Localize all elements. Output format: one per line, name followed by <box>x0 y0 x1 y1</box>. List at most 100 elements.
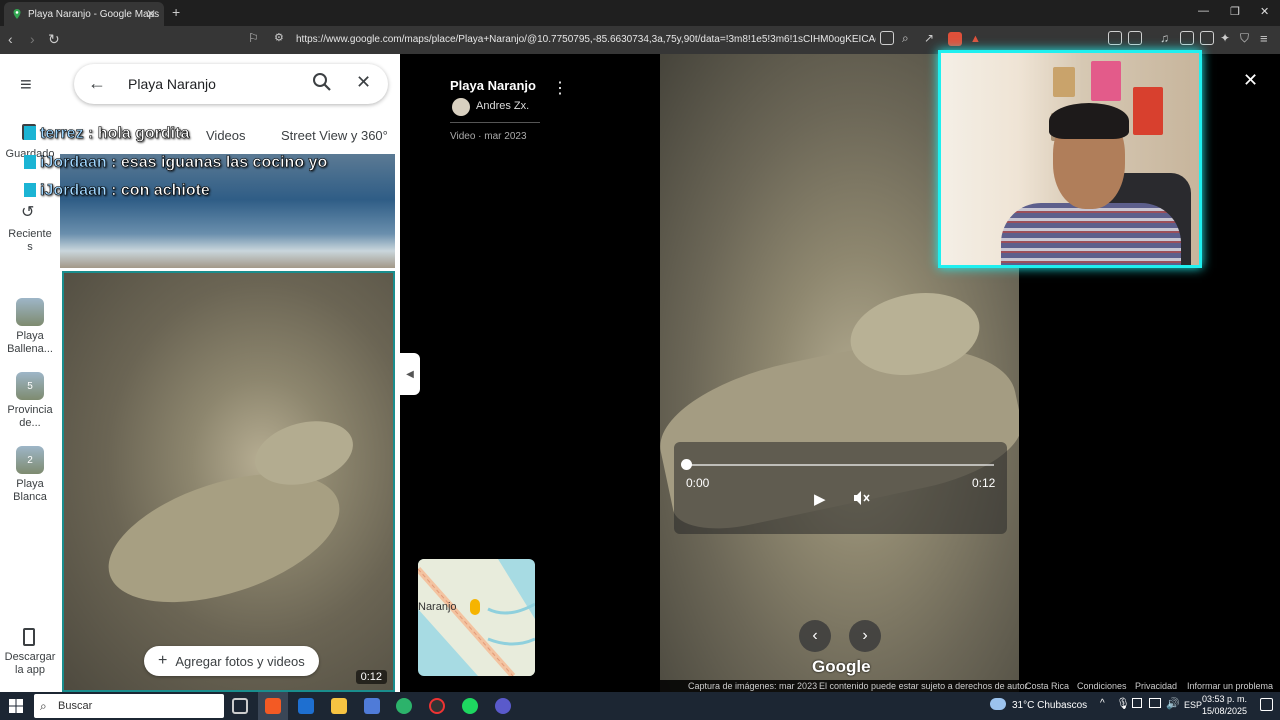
back-icon[interactable]: ‹ <box>8 31 13 47</box>
back-arrow-icon[interactable]: ← <box>88 73 106 94</box>
new-tab-button[interactable]: + <box>172 4 180 20</box>
divider <box>450 122 540 123</box>
play-icon[interactable]: ▶ <box>814 490 826 508</box>
rewards-icon[interactable]: ▲ <box>970 33 981 45</box>
search-input[interactable]: Playa Naranjo <box>128 76 216 92</box>
reload-icon[interactable]: ↻ <box>48 31 60 48</box>
previous-icon[interactable]: ‹ <box>799 620 831 652</box>
url-field[interactable]: https://www.google.com/maps/place/Playa+… <box>296 34 876 45</box>
outlook-app-icon[interactable] <box>298 698 314 714</box>
taskbar-search-placeholder: Buscar <box>58 700 93 712</box>
brave-shield-icon[interactable] <box>948 32 962 46</box>
tab-title: Playa Naranjo - Google Maps <box>28 8 160 20</box>
video-controls <box>674 442 1007 534</box>
phone-icon[interactable] <box>23 628 35 646</box>
rail-thumb-provincia[interactable]: 5 <box>16 372 44 400</box>
rail-item-label[interactable]: Provincia de... <box>0 404 60 430</box>
site-settings-icon[interactable]: ⚙ <box>274 31 284 44</box>
author-name[interactable]: Andres Zx. <box>476 100 529 112</box>
chat-message: terrez : hola gordita <box>24 125 190 143</box>
pegman-icon[interactable] <box>470 599 480 615</box>
rail-thumb-playa-blanca[interactable]: 2 <box>16 446 44 474</box>
maps-rail: ≡ Guardado ↺ Recientes Playa Ballena... … <box>0 54 60 692</box>
person-shirt-shape <box>1001 203 1181 265</box>
share-icon[interactable]: ↗ <box>924 31 934 45</box>
search-icon[interactable] <box>312 72 332 97</box>
wallet-icon[interactable] <box>1200 31 1214 45</box>
person-hair-shape <box>1049 103 1129 139</box>
reader-icon[interactable] <box>880 31 894 45</box>
add-photos-button[interactable]: + Agregar fotos y videos <box>144 646 319 676</box>
store-app-icon[interactable] <box>364 698 380 714</box>
footer-terms[interactable]: Condiciones <box>1077 681 1127 691</box>
clock-date[interactable]: 15/08/2025 <box>1202 706 1247 716</box>
mini-map-label: Naranjo <box>418 601 457 613</box>
mute-icon[interactable] <box>852 489 870 512</box>
weather-text[interactable]: 31°C Chubascos <box>1012 700 1087 711</box>
bookmark-icon[interactable]: ⚐ <box>248 31 259 45</box>
total-time: 0:12 <box>972 476 996 490</box>
network-icon[interactable] <box>1149 698 1161 708</box>
close-viewer-icon[interactable]: ✕ <box>1243 70 1258 91</box>
brave-app-icon[interactable] <box>265 698 281 714</box>
seek-bar[interactable] <box>686 464 994 466</box>
mini-map[interactable]: Naranjo <box>418 559 535 676</box>
rail-item-label[interactable]: Playa Blanca <box>0 478 60 504</box>
clear-search-icon[interactable]: ✕ <box>356 72 371 93</box>
language-indicator[interactable]: ESP <box>1184 700 1202 710</box>
rail-recent-label[interactable]: Recientes <box>0 228 60 254</box>
browser-tab[interactable]: Playa Naranjo - Google Maps ✕ <box>4 2 164 26</box>
extensions-icon[interactable] <box>1108 31 1122 45</box>
tray-chevron-icon[interactable]: ^ <box>1100 698 1105 709</box>
task-view-icon[interactable] <box>232 698 248 714</box>
app-icon[interactable] <box>495 698 511 714</box>
notifications-icon[interactable] <box>1260 698 1273 711</box>
more-options-icon[interactable]: ⋮ <box>552 78 568 98</box>
forward-icon[interactable]: › <box>30 31 35 47</box>
tab-videos[interactable]: Videos <box>206 128 246 143</box>
footer-country[interactable]: Costa Rica <box>1025 681 1069 691</box>
music-icon[interactable]: ♫ <box>1160 31 1169 45</box>
rail-download-label[interactable]: Descargar la app <box>0 651 60 677</box>
sidebar-icon[interactable] <box>1180 31 1194 45</box>
window-close-icon[interactable]: ✕ <box>1260 5 1269 18</box>
taskbar-search[interactable]: ⌕ Buscar <box>34 694 224 718</box>
windows-start-icon[interactable] <box>9 699 23 718</box>
google-watermark: Google <box>812 657 871 676</box>
seek-handle[interactable] <box>681 459 692 470</box>
tray-app-icon[interactable] <box>1132 698 1142 708</box>
hamburger-menu-icon[interactable]: ≡ <box>20 74 32 97</box>
recent-history-icon[interactable]: ↺ <box>21 202 34 222</box>
menu-icon[interactable]: ≡ <box>1260 31 1268 46</box>
screenshot-icon[interactable] <box>1128 31 1142 45</box>
vpn-icon[interactable]: ⛉ <box>1240 31 1249 46</box>
spotify-app-icon[interactable] <box>462 698 478 714</box>
footer-privacy[interactable]: Privacidad <box>1135 681 1177 691</box>
rail-thumb-playa-ballena[interactable] <box>16 298 44 326</box>
collapse-panel-button[interactable]: ◀ <box>400 353 420 395</box>
file-explorer-icon[interactable] <box>331 698 347 714</box>
obs-app-icon[interactable] <box>429 698 445 714</box>
weather-cloud-icon[interactable] <box>990 698 1006 710</box>
restore-icon[interactable]: ❐ <box>1230 5 1240 18</box>
search-box[interactable]: ← Playa Naranjo ✕ <box>74 64 388 104</box>
next-icon[interactable]: › <box>849 620 881 652</box>
add-photos-label: Agregar fotos y videos <box>175 653 305 669</box>
iguana-video-thumbnail[interactable]: 0:12 <box>62 271 395 692</box>
windows-taskbar: ⌕ Buscar 31°C Chubascos ^ 🎙 🔊 ESP 03:53 … <box>0 692 1280 720</box>
rail-item-label[interactable]: Playa Ballena... <box>0 330 60 356</box>
tab-street-view[interactable]: Street View y 360° <box>281 128 388 143</box>
tab-close-icon[interactable]: ✕ <box>146 7 156 21</box>
mic-icon[interactable]: 🎙 <box>1116 697 1130 710</box>
viewer-place-title[interactable]: Playa Naranjo <box>450 78 536 93</box>
author-avatar[interactable] <box>452 98 470 116</box>
zoom-icon[interactable]: ⌕ <box>902 31 909 46</box>
edge-app-icon[interactable] <box>396 698 412 714</box>
footer-capture: Captura de imágenes: mar 2023 <box>688 681 818 691</box>
volume-icon[interactable]: 🔊 <box>1166 697 1180 710</box>
leo-ai-icon[interactable]: ✦ <box>1220 31 1230 45</box>
rail-item-badge: 5 <box>27 380 33 392</box>
footer-report[interactable]: Informar un problema <box>1187 681 1273 691</box>
minimize-icon[interactable]: — <box>1198 5 1209 17</box>
clock-time[interactable]: 03:53 p. m. <box>1202 694 1247 704</box>
